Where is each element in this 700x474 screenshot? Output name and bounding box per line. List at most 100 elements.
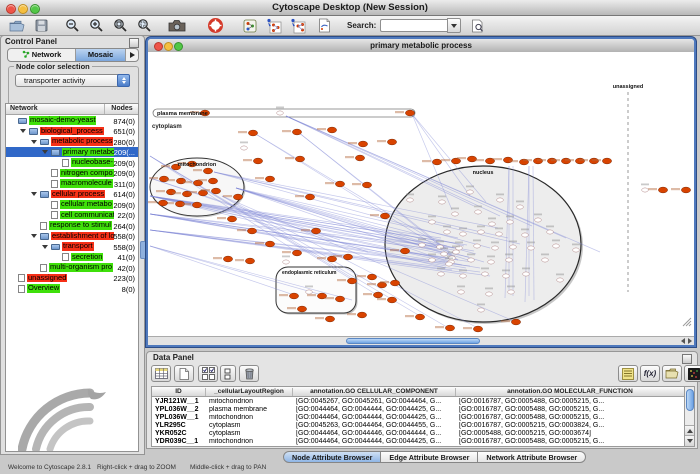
help-ring-icon[interactable] (204, 17, 226, 34)
node[interactable] (444, 230, 451, 234)
table-cell[interactable]: mitochondrion (206, 398, 293, 405)
table-cell[interactable]: cytoplasm (206, 430, 293, 437)
node[interactable] (265, 241, 274, 247)
node[interactable] (277, 111, 284, 115)
node[interactable] (446, 262, 453, 266)
table-cell[interactable]: [GO:0016787, GO:0005488, GO:0005215, G..… (456, 414, 685, 421)
node[interactable] (489, 222, 496, 226)
node[interactable] (542, 258, 549, 262)
node[interactable] (208, 178, 217, 184)
annotation-icon[interactable] (313, 17, 335, 34)
node[interactable] (439, 200, 446, 204)
node[interactable] (511, 319, 520, 325)
node[interactable] (482, 272, 489, 276)
table-cell[interactable]: [GO:0045267, GO:0045261, GO:0044464, G..… (293, 398, 456, 405)
node[interactable] (553, 244, 560, 248)
formula-icon[interactable]: f(x) (640, 365, 660, 382)
delete-attribute-icon[interactable] (239, 365, 259, 382)
node[interactable] (429, 258, 436, 262)
scrollbar-thumb[interactable] (346, 338, 480, 345)
node[interactable] (528, 246, 535, 250)
search-dropdown-icon[interactable] (447, 18, 461, 33)
node[interactable] (441, 252, 448, 256)
table-row[interactable]: YDR039C__1mitochondrion[GO:0044464, GO:0… (152, 438, 685, 446)
node[interactable] (227, 216, 236, 222)
table-cell[interactable]: plasma membrane (206, 406, 293, 413)
node[interactable] (407, 198, 414, 202)
node[interactable] (445, 325, 454, 331)
select-attributes-icon[interactable] (198, 365, 218, 382)
network-canvas[interactable]: plasma membrane cytoplasm mitochondrion … (148, 52, 694, 337)
node[interactable] (390, 280, 399, 286)
table-row[interactable]: YJR121W__1mitochondrion[GO:0045267, GO:0… (152, 397, 685, 405)
column-header[interactable]: annotation.GO MOLECULAR_FUNCTION (456, 388, 685, 396)
node[interactable] (158, 200, 167, 206)
table-cell[interactable]: YPL036W__2 (152, 406, 206, 413)
node[interactable] (429, 220, 436, 224)
node[interactable] (432, 159, 441, 165)
node[interactable] (458, 290, 465, 294)
node[interactable] (453, 250, 460, 254)
table-cell[interactable]: [GO:0005488, GO:0005215, GO:0003674] (456, 430, 685, 437)
table-cell[interactable]: YDR039C__1 (152, 438, 206, 445)
node[interactable] (400, 248, 409, 254)
scroll-right-icon[interactable] (688, 338, 692, 344)
node[interactable] (474, 244, 481, 248)
scroll-down-icon[interactable] (685, 435, 694, 446)
table-cell[interactable]: [GO:0016787, GO:0005488, GO:0005215, G..… (456, 398, 685, 405)
search-options-icon[interactable] (466, 17, 488, 34)
float-panel-icon[interactable] (682, 354, 692, 364)
node[interactable] (460, 232, 467, 236)
column-header[interactable]: ID (152, 388, 206, 396)
node[interactable] (468, 258, 475, 262)
node[interactable] (467, 190, 474, 194)
node[interactable] (306, 290, 313, 294)
tree-header[interactable]: Network Nodes (6, 104, 138, 115)
zoom-fit-icon[interactable] (109, 17, 131, 34)
column-header[interactable]: annotation.GO CELLULAR_COMPONENT (293, 388, 456, 396)
zoom-out-icon[interactable] (61, 17, 83, 34)
node[interactable] (253, 158, 262, 164)
node[interactable] (317, 293, 326, 299)
node[interactable] (223, 256, 232, 262)
scrollbar-thumb[interactable] (686, 389, 694, 411)
node[interactable] (335, 296, 344, 302)
node[interactable] (358, 141, 367, 147)
tree-row[interactable]: establishment of lo558(0) (6, 231, 138, 242)
node[interactable] (203, 168, 212, 174)
tree-row[interactable]: cellular process614(0) (6, 189, 138, 200)
tab-edge-attribute-browser[interactable]: Edge Attribute Browser (381, 451, 478, 463)
node[interactable] (517, 205, 524, 209)
table-cell[interactable]: cytoplasm (206, 422, 293, 429)
table-cell[interactable]: YPL036W__1 (152, 414, 206, 421)
column-header[interactable]: _cellularLayoutRegion (206, 388, 293, 396)
tree-row[interactable]: nucleobase-209(0) (6, 157, 138, 168)
scroll-left-icon[interactable] (681, 338, 685, 344)
table-row[interactable]: YLR295Ccytoplasm[GO:0045263, GO:0044464,… (152, 422, 685, 430)
tab-node-attribute-browser[interactable]: Node Attribute Browser (283, 451, 381, 463)
tree-row[interactable]: cell communicat22(0) (6, 210, 138, 221)
table-cell[interactable]: [GO:0016787, GO:0005488, GO:0005215, G..… (456, 406, 685, 413)
tree-row[interactable]: cellular metabo209(0) (6, 199, 138, 210)
import-list-icon[interactable] (618, 365, 638, 382)
node[interactable] (387, 297, 396, 303)
node[interactable] (297, 306, 306, 312)
node[interactable] (681, 187, 690, 193)
node[interactable] (347, 278, 356, 284)
node[interactable] (305, 194, 314, 200)
open-attributes-icon[interactable] (662, 365, 682, 382)
node[interactable] (547, 230, 554, 234)
open-folder-icon[interactable] (6, 17, 28, 34)
tab-network-attribute-browser[interactable]: Network Attribute Browser (478, 451, 586, 463)
more-tabs-icon[interactable] (126, 49, 138, 61)
node[interactable] (460, 274, 467, 278)
node[interactable] (248, 130, 257, 136)
node[interactable] (247, 228, 256, 234)
float-panel-icon[interactable] (129, 38, 139, 48)
node[interactable] (507, 220, 514, 224)
table-row[interactable]: YKR052Ccytoplasm[GO:0044464, GO:0044446,… (152, 430, 685, 438)
node[interactable] (602, 158, 611, 164)
node[interactable] (557, 278, 564, 282)
node[interactable] (245, 258, 254, 264)
table-cell[interactable]: [GO:0044464, GO:0044444, GO:0044425, G..… (293, 414, 456, 421)
